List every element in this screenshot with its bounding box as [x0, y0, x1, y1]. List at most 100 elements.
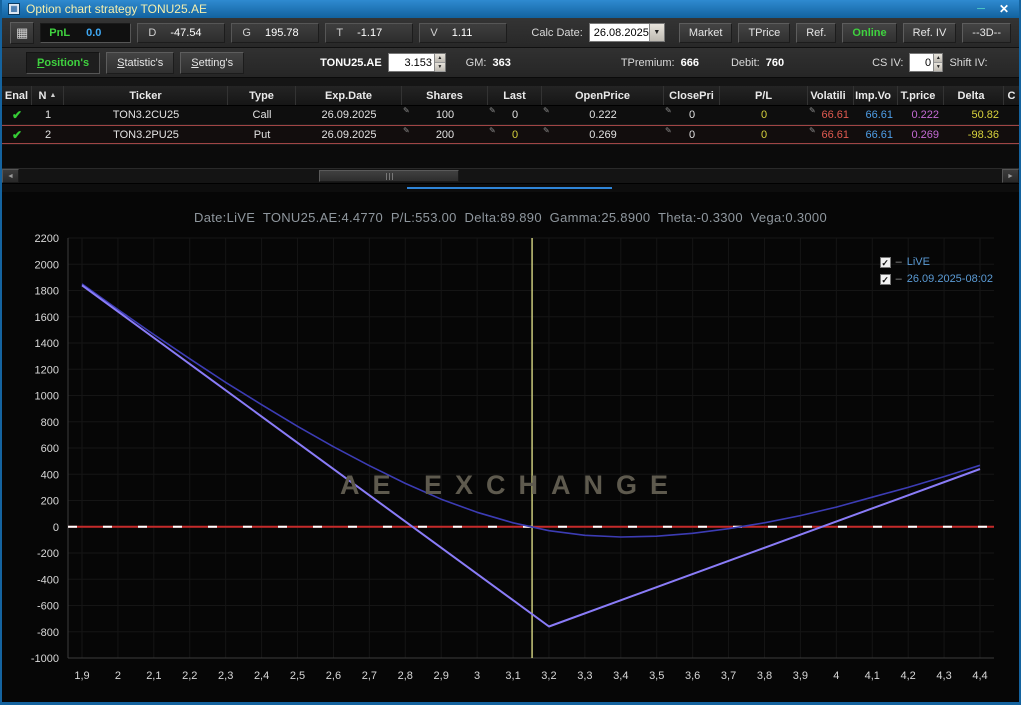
cs-iv-value[interactable] [910, 54, 934, 71]
pnl-value: 0.0 [86, 26, 102, 39]
header-ticker[interactable]: Ticker [64, 86, 228, 105]
splitter-grip-icon[interactable] [407, 187, 612, 189]
legend-item-live[interactable]: ✓ – LiVE [879, 256, 993, 268]
svg-text:3,7: 3,7 [721, 670, 736, 682]
spin-down-icon[interactable]: ▼ [934, 63, 943, 72]
grid-icon-button[interactable]: ▦ [10, 21, 35, 44]
legend-label: 26.09.2025-08:02 [906, 273, 993, 285]
close-button[interactable]: ✕ [995, 2, 1013, 16]
title-bar: ▦ Option chart strategy TONU25.AE ─ ✕ [2, 0, 1019, 18]
shares-cell: ✎ 200 [403, 126, 455, 141]
table-empty-area [2, 144, 1019, 168]
ref-iv-button[interactable]: Ref. IV [902, 22, 957, 43]
svg-text:-600: -600 [37, 601, 59, 613]
spin-up-icon[interactable]: ▲ [435, 54, 445, 63]
option-chart-window: ▦ Option chart strategy TONU25.AE ─ ✕ ▦ … [0, 0, 1021, 705]
svg-text:2,9: 2,9 [434, 670, 449, 682]
checkbox-checked-icon[interactable]: ✓ [879, 256, 891, 268]
scroll-right-button[interactable]: ► [1002, 169, 1019, 183]
horizontal-scrollbar[interactable]: ◄ ► [2, 168, 1019, 184]
debit-value: 760 [765, 56, 785, 69]
svg-text:1600: 1600 [35, 312, 59, 324]
svg-text:-800: -800 [37, 627, 59, 639]
pane-splitter[interactable] [2, 184, 1019, 192]
header-volatility[interactable]: Volatili [808, 86, 854, 105]
header-extra[interactable]: C [1004, 86, 1019, 105]
svg-text:3,4: 3,4 [613, 670, 628, 682]
header-last[interactable]: Last [488, 86, 542, 105]
header-t-price[interactable]: T.price [898, 86, 944, 105]
checkbox-checked-icon[interactable]: ✓ [879, 273, 891, 285]
greek-vega-value: 1.11 [451, 26, 473, 39]
svg-text:600: 600 [41, 443, 59, 455]
shift-iv-label: Shift IV: [949, 56, 988, 69]
svg-text:4,1: 4,1 [865, 670, 880, 682]
target-price-input[interactable]: ▲▼ [387, 53, 446, 72]
t-price-cell: 0.269 [911, 128, 939, 141]
greek-delta-value: -47.54 [170, 26, 202, 39]
svg-text:2,7: 2,7 [362, 670, 377, 682]
svg-text:4: 4 [833, 670, 839, 682]
header-open-price[interactable]: OpenPrice [542, 86, 664, 105]
online-button[interactable]: Online [842, 22, 897, 43]
table-row[interactable]: ✔ 1 TON3.2CU25 Call 26.09.2025 ✎ 100 ✎ 0 ✎… [2, 106, 1019, 125]
spin-up-icon[interactable]: ▲ [934, 54, 943, 63]
svg-text:4,3: 4,3 [936, 670, 951, 682]
svg-text:3,5: 3,5 [649, 670, 664, 682]
legend-item-expiration[interactable]: ✓ – 26.09.2025-08:02 [879, 273, 993, 285]
header-close-price[interactable]: ClosePri [664, 86, 720, 105]
cs-iv-input[interactable]: ▲▼ [909, 53, 944, 72]
table-row-selected[interactable]: ✔ 2 TON3.2PU25 Put 26.09.2025 ✎ 200 ✎ 0 ✎ 0… [2, 125, 1019, 144]
scrollbar-track[interactable] [19, 169, 1002, 183]
header-exp-date[interactable]: Exp.Date [296, 86, 402, 105]
svg-text:2,8: 2,8 [398, 670, 413, 682]
svg-text:-1000: -1000 [31, 653, 59, 665]
edit-pencil-icon: ✎ [489, 106, 496, 115]
calc-date-select[interactable]: 26.08.2025 ▼ [588, 23, 665, 42]
header-type[interactable]: Type [228, 86, 296, 105]
header-n[interactable]: N ▲ [32, 86, 64, 105]
header-enabled[interactable]: Enal [2, 86, 32, 105]
delta-cell: -98.36 [967, 128, 999, 141]
header-delta[interactable]: Delta [944, 86, 1004, 105]
chart-title: Date:LiVE TONU25.AE:4.4770 P/L:553.00 De… [194, 210, 827, 225]
pnl-panel[interactable]: PnL 0.0 [40, 22, 132, 43]
edit-pencil-icon: ✎ [543, 106, 550, 115]
minimize-button[interactable]: ─ [973, 3, 989, 15]
chart-panel: 1,9 2 2,1 2,2 2,3 2,4 2,5 2,6 2,7 2,8 2,9 3 3,1 3,2 3,… [2, 192, 1019, 702]
target-price-value[interactable] [388, 54, 435, 71]
tab-positions[interactable]: Position's [26, 51, 101, 74]
svg-text:-200: -200 [37, 548, 59, 560]
gm-value: 363 [492, 56, 511, 69]
pnl-chart[interactable]: 1,9 2 2,1 2,2 2,3 2,4 2,5 2,6 2,7 2,8 2,9 3 3,1 3,2 3,… [2, 192, 1019, 702]
header-pl[interactable]: P/L [720, 86, 808, 105]
greek-theta-value: -1.17 [357, 26, 383, 39]
gm-label: GM: [465, 56, 487, 69]
tab-statistics[interactable]: Statistic's [106, 51, 175, 74]
svg-text:2,2: 2,2 [182, 670, 197, 682]
market-button[interactable]: Market [678, 22, 733, 43]
svg-text:3,8: 3,8 [757, 670, 772, 682]
greek-gamma-label: G [242, 26, 251, 39]
scrollbar-thumb[interactable] [319, 170, 459, 182]
svg-text:2,5: 2,5 [290, 670, 305, 682]
svg-text:4,2: 4,2 [901, 670, 916, 682]
enabled-check-icon[interactable]: ✔ [12, 128, 22, 142]
tprice-button[interactable]: TPrice [738, 22, 791, 43]
edit-pencil-icon: ✎ [665, 126, 672, 135]
greek-vega-label: V [430, 26, 438, 39]
header-imp-vol[interactable]: Imp.Vo [854, 86, 898, 105]
edit-pencil-icon: ✎ [809, 106, 816, 115]
enabled-check-icon[interactable]: ✔ [12, 108, 22, 122]
svg-text:1800: 1800 [35, 286, 59, 298]
header-shares[interactable]: Shares [402, 86, 488, 105]
3d-button[interactable]: --3D-- [962, 22, 1011, 43]
spin-down-icon[interactable]: ▼ [435, 63, 445, 72]
window-title: Option chart strategy TONU25.AE [26, 2, 207, 16]
svg-text:2000: 2000 [35, 259, 59, 271]
greek-gamma-value: 195.78 [264, 26, 299, 39]
tab-settings[interactable]: Setting's [180, 51, 245, 74]
ref-button[interactable]: Ref. [796, 22, 837, 43]
scroll-left-button[interactable]: ◄ [2, 169, 19, 183]
chevron-down-icon[interactable]: ▼ [648, 24, 664, 41]
